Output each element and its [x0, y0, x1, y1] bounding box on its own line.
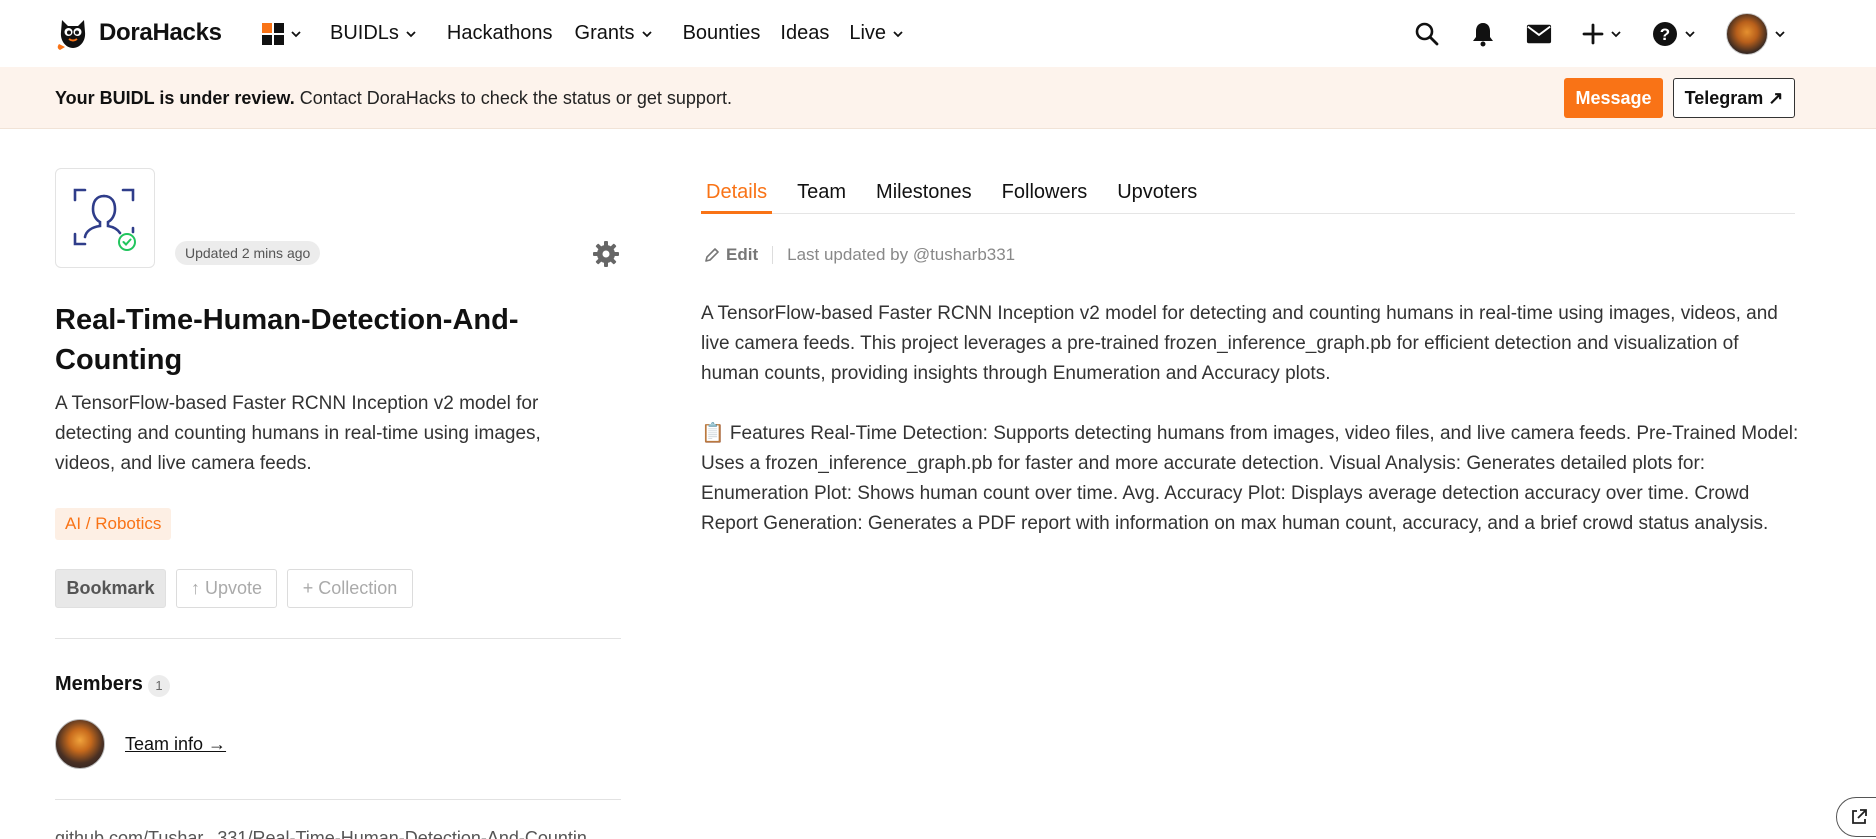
- messages-button[interactable]: [1526, 21, 1552, 47]
- nav-actions: ?: [1414, 0, 1786, 67]
- telegram-button[interactable]: Telegram ↗: [1673, 78, 1795, 118]
- brand-name: DoraHacks: [99, 19, 222, 46]
- last-updated-text: Last updated by @tusharb331: [787, 245, 1016, 264]
- tab-upvoters[interactable]: Upvoters: [1112, 170, 1202, 214]
- nav-buidls[interactable]: BUIDLs: [330, 22, 417, 45]
- chevron-down-icon: [1775, 30, 1785, 37]
- divider: [55, 638, 621, 639]
- project-tabs: Details Team Milestones Followers Upvote…: [701, 170, 1795, 214]
- face-scan-icon: [73, 188, 136, 251]
- mail-icon: [1526, 24, 1552, 43]
- svg-text:?: ?: [1660, 25, 1670, 44]
- details-paragraph: 📋 Features Real-Time Detection: Supports…: [701, 423, 1799, 534]
- share-button[interactable]: [1836, 797, 1876, 837]
- repo-link[interactable]: github.com/Tushar...331/Real-Time-Human-…: [55, 828, 602, 839]
- member-avatar[interactable]: [55, 719, 105, 769]
- notifications-button[interactable]: [1470, 21, 1496, 47]
- nav-ideas[interactable]: Ideas: [780, 22, 829, 45]
- nav-label: Grants: [574, 22, 635, 44]
- details-content: A TensorFlow-based Faster RCNN Inception…: [701, 299, 1801, 569]
- banner-bold-text: Your BUIDL is under review.: [55, 88, 295, 108]
- chevron-down-icon: [641, 30, 652, 37]
- chevron-down-icon: [1611, 30, 1621, 37]
- plus-icon: [1582, 23, 1604, 44]
- members-count-badge: 1: [148, 675, 170, 697]
- apps-menu-button[interactable]: [262, 22, 302, 45]
- edit-button[interactable]: Edit: [704, 245, 758, 265]
- bell-icon: [1473, 22, 1493, 46]
- create-menu-button[interactable]: [1582, 23, 1622, 45]
- dorahacks-logo-icon: [57, 20, 86, 50]
- message-button[interactable]: Message: [1564, 78, 1663, 118]
- nav-bounties[interactable]: Bounties: [683, 22, 761, 45]
- project-logo: [55, 168, 155, 268]
- help-menu-button[interactable]: ?: [1652, 21, 1696, 47]
- separator: [772, 246, 774, 264]
- user-menu-button[interactable]: [1726, 12, 1786, 55]
- help-icon: ?: [1653, 21, 1677, 46]
- nav-label: Ideas: [780, 22, 830, 44]
- upvote-button[interactable]: ↑ Upvote: [176, 569, 277, 608]
- top-navbar: DoraHacks BUIDLs Hackathons Grants Bount…: [0, 0, 1876, 67]
- nav-label: Hackathons: [446, 22, 553, 44]
- members-heading: Members: [55, 673, 143, 695]
- edit-label: Edit: [726, 245, 759, 264]
- divider: [55, 799, 621, 800]
- tab-milestones[interactable]: Milestones: [871, 170, 977, 214]
- main-nav: BUIDLs Hackathons Grants Bounties Ideas …: [262, 0, 934, 67]
- tab-team[interactable]: Team: [792, 170, 851, 214]
- edit-row: Edit Last updated by @tusharb331: [704, 245, 1015, 265]
- project-description: A TensorFlow-based Faster RCNN Inception…: [55, 393, 541, 474]
- user-avatar: [1726, 12, 1768, 55]
- nav-label: BUIDLs: [330, 22, 399, 44]
- team-info-link[interactable]: Team info →: [125, 734, 226, 755]
- details-paragraph: A TensorFlow-based Faster RCNN Inception…: [701, 303, 1778, 384]
- nav-label: Live: [849, 22, 887, 44]
- nav-hackathons[interactable]: Hackathons: [447, 22, 553, 45]
- search-icon: [1415, 22, 1439, 45]
- share-icon: [1852, 809, 1867, 824]
- pencil-icon: [705, 248, 719, 262]
- nav-label: Bounties: [682, 22, 761, 44]
- bookmark-button[interactable]: Bookmark: [55, 569, 166, 608]
- apps-grid-icon: [262, 22, 284, 45]
- chevron-down-icon: [291, 30, 301, 37]
- chevron-down-icon: [406, 30, 416, 37]
- chevron-down-icon: [893, 30, 903, 37]
- category-tag[interactable]: AI / Robotics: [55, 508, 172, 540]
- project-title: Real-Time-Human-Detection-And-Counting: [55, 304, 519, 376]
- search-button[interactable]: [1414, 21, 1440, 47]
- add-collection-button[interactable]: + Collection: [287, 569, 413, 608]
- updated-badge: Updated 2 mins ago: [175, 241, 321, 265]
- review-status-banner: Your BUIDL is under review. Contact Dora…: [0, 67, 1876, 129]
- nav-grants[interactable]: Grants: [575, 22, 653, 45]
- banner-message: Your BUIDL is under review. Contact Dora…: [55, 88, 732, 109]
- chevron-down-icon: [1685, 30, 1695, 37]
- dorahacks-logo[interactable]: DoraHacks: [55, 14, 222, 52]
- tab-followers[interactable]: Followers: [997, 170, 1093, 214]
- banner-detail-text: Contact DoraHacks to check the status or…: [294, 88, 732, 108]
- nav-live[interactable]: Live: [849, 22, 904, 45]
- gear-icon[interactable]: [592, 240, 620, 268]
- tab-details[interactable]: Details: [701, 170, 773, 214]
